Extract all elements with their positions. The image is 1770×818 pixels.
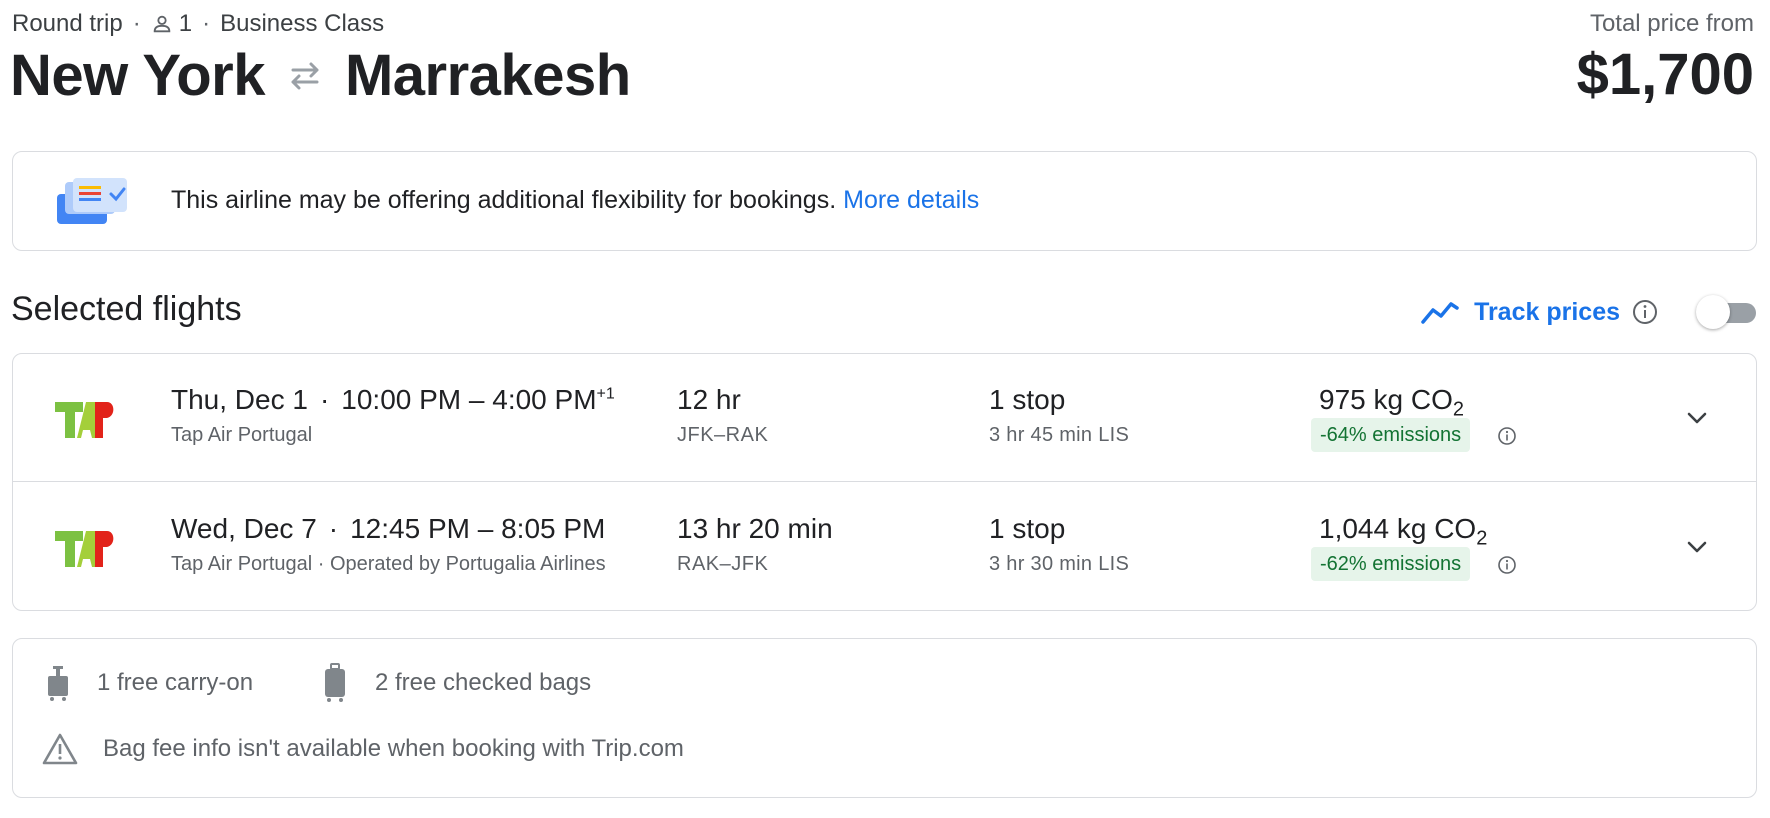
co2-value: 975 kg CO <box>1319 384 1453 415</box>
track-prices-toggle[interactable] <box>1696 294 1756 329</box>
chevron-down-icon[interactable] <box>1679 529 1715 565</box>
layover-info: 3 hr 45 min LIS <box>989 424 1130 446</box>
track-prices[interactable]: Track prices <box>1420 294 1658 330</box>
destination-city: Marrakesh <box>344 42 631 108</box>
flight-row-return[interactable]: Wed, Dec 7 · 12:45 PM – 8:05 PM Tap Air Po… <box>13 483 1756 611</box>
total-price: $1,700 <box>1576 42 1754 107</box>
info-icon[interactable] <box>1497 426 1517 446</box>
airline-name: Tap Air Portugal · Operated by Portugali… <box>171 553 606 575</box>
trend-line-icon <box>1421 302 1459 324</box>
flight-duration: 12 hr <box>677 384 741 415</box>
separator-dot: · <box>132 10 141 37</box>
route-title: New York Marrakesh <box>10 40 631 110</box>
origin-city: New York <box>10 42 265 108</box>
section-title: Selected flights <box>11 290 242 328</box>
flight-duration: 13 hr 20 min <box>677 513 833 544</box>
swap-arrows-icon <box>291 62 319 90</box>
emissions-badge: -62% emissions <box>1311 547 1471 581</box>
carry-on-bag-icon <box>48 666 68 701</box>
checked-bags-info: 2 free checked bags <box>323 663 591 703</box>
checked-bags-label: 2 free checked bags <box>375 669 592 696</box>
layover-info: 3 hr 30 min LIS <box>989 553 1130 575</box>
bag-fee-warning-text: Bag fee info isn't available when bookin… <box>103 735 684 762</box>
flight-date: Thu, Dec 1 <box>171 384 308 415</box>
info-icon[interactable] <box>1497 555 1517 575</box>
carry-on-label: 1 free carry-on <box>97 669 254 696</box>
tap-logo <box>55 402 114 438</box>
flight-stops: 1 stop <box>989 513 1066 544</box>
co2-subscript: 2 <box>1476 527 1488 550</box>
chevron-down-icon[interactable] <box>1679 400 1715 436</box>
separator-dot: · <box>319 384 330 415</box>
emissions-badge: -64% emissions <box>1311 418 1471 452</box>
flight-times: Wed, Dec 7 · 12:45 PM – 8:05 PM <box>171 513 605 545</box>
total-price-label: Total price from <box>1589 10 1754 37</box>
more-details-link[interactable]: More details <box>843 186 979 214</box>
flight-airports: JFK–RAK <box>677 424 769 446</box>
notice-text: This airline may be offering additional … <box>171 186 837 214</box>
passenger-count: 1 <box>178 10 193 37</box>
trip-type: Round trip <box>12 10 123 37</box>
flight-date: Wed, Dec 7 <box>171 513 317 544</box>
trip-summary: Round trip · 1 · Business Class <box>12 10 384 38</box>
flight-time-range: 10:00 PM – 4:00 PM <box>341 384 597 415</box>
flexibility-notice: This airline may be offering additional … <box>12 151 1757 251</box>
carry-on-info: 1 free carry-on <box>47 663 253 703</box>
toggle-knob[interactable] <box>1696 295 1730 329</box>
checked-bag-icon <box>325 663 345 702</box>
baggage-info-card: 1 free carry-on 2 free checked bags Bag … <box>12 638 1757 798</box>
separator-dot: · <box>202 10 211 37</box>
airline-name: Tap Air Portugal <box>171 424 313 446</box>
flight-row-outbound[interactable]: Thu, Dec 1 · 10:00 PM – 4:00 PM+1 Tap Air … <box>13 354 1756 482</box>
cabin-class: Business Class <box>220 10 385 37</box>
selected-flights-card: Thu, Dec 1 · 10:00 PM – 4:00 PM+1 Tap Air … <box>12 353 1757 611</box>
bag-fee-warning: Bag fee info isn't available when bookin… <box>41 727 684 771</box>
co2-value: 1,044 kg CO <box>1319 513 1477 544</box>
flexibility-ticket-icon <box>57 178 127 224</box>
notice-message: This airline may be offering additional … <box>171 186 979 215</box>
co2-emissions: 1,044 kg CO2 <box>1319 513 1487 551</box>
warning-icon <box>42 733 78 765</box>
flight-times: Thu, Dec 1 · 10:00 PM – 4:00 PM+1 <box>171 384 615 416</box>
flight-stops: 1 stop <box>989 384 1066 415</box>
person-icon <box>153 15 170 33</box>
co2-emissions: 975 kg CO2 <box>1319 384 1464 422</box>
separator-dot: · <box>328 513 339 544</box>
tap-logo <box>55 531 114 567</box>
day-offset: +1 <box>596 385 615 403</box>
flight-time-range: 12:45 PM – 8:05 PM <box>350 513 606 544</box>
flight-airports: RAK–JFK <box>677 553 769 575</box>
info-icon[interactable] <box>1632 299 1658 325</box>
track-prices-label[interactable]: Track prices <box>1474 298 1620 327</box>
